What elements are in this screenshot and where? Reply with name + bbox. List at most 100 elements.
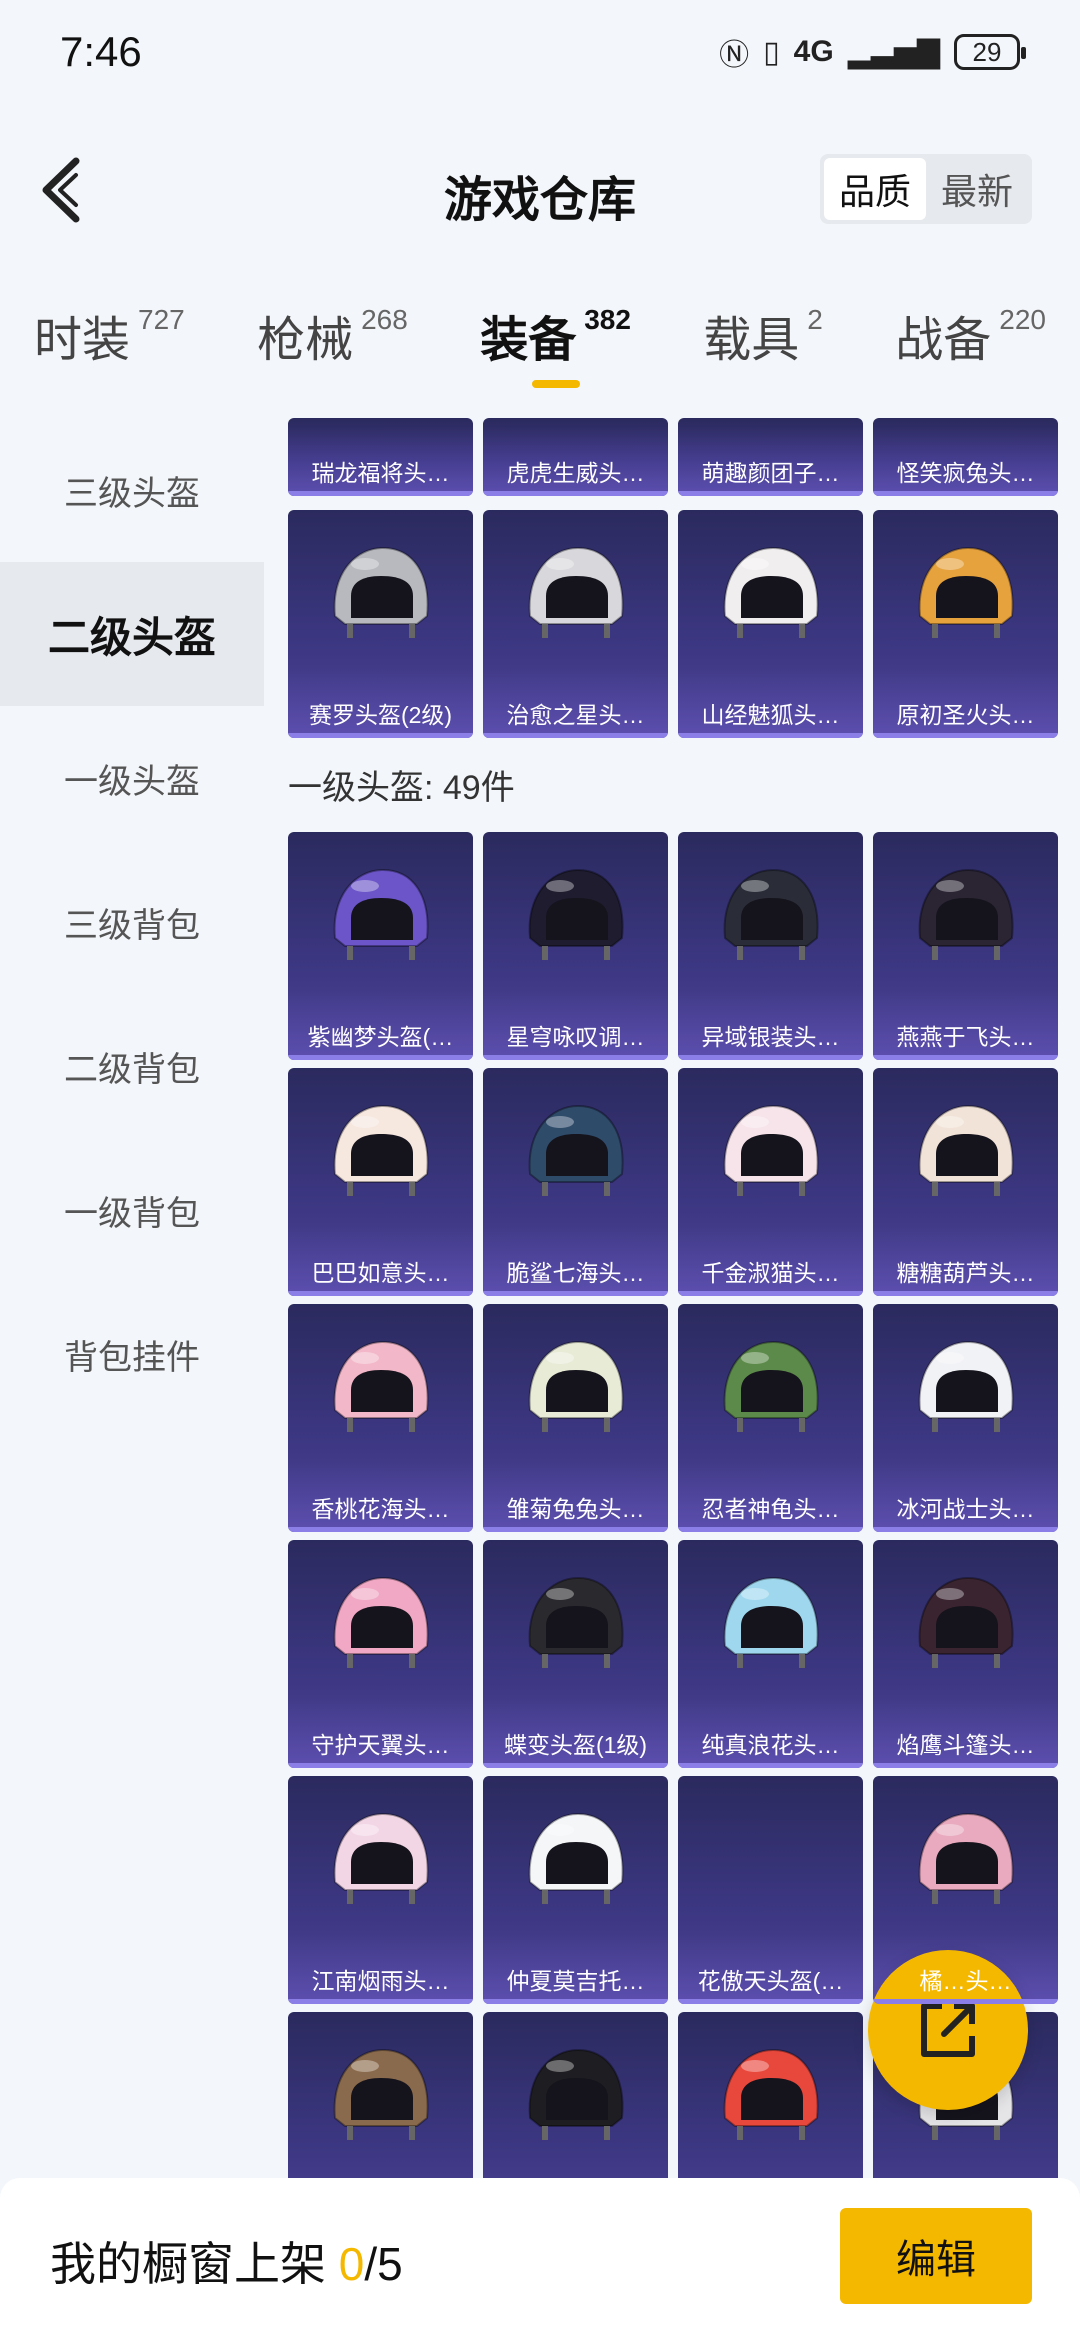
helmet-part bbox=[935, 1116, 964, 1128]
card-bar bbox=[873, 1055, 1058, 1060]
helmet-part bbox=[545, 1842, 608, 1884]
item-name: 治愈之星头… bbox=[506, 702, 645, 728]
sidebar-item-level2-backpack[interactable]: 二级背包 bbox=[0, 994, 264, 1138]
helmet-part bbox=[346, 1654, 353, 1668]
helmet-part bbox=[350, 2060, 379, 2072]
helmet-part bbox=[935, 558, 964, 570]
helmet-part bbox=[740, 1352, 769, 1364]
item-card[interactable]: 蝶变头盔(1级) bbox=[483, 1540, 668, 1768]
item-card[interactable]: 虎虎生威头… bbox=[483, 418, 668, 496]
vibrate-icon: ▯ bbox=[763, 35, 780, 69]
item-card[interactable]: 花傲天头盔(… bbox=[678, 1776, 863, 2004]
item-name: 萌趣颜团子… bbox=[701, 460, 840, 486]
item-card[interactable] bbox=[483, 2012, 668, 2178]
helmet-part bbox=[935, 576, 998, 618]
card-bar bbox=[678, 491, 863, 496]
item-card[interactable]: 巴巴如意头… bbox=[288, 1068, 473, 1296]
item-card[interactable]: 紫幽梦头盔(… bbox=[288, 832, 473, 1060]
item-name: 忍者神龟头… bbox=[701, 1496, 840, 1522]
item-card[interactable]: 山经魅狐头… bbox=[678, 510, 863, 738]
helmet-part bbox=[798, 624, 805, 638]
grid-row: 紫幽梦头盔(… 星穹咏叹调… 异域银装头… 燕燕于飞头… bbox=[288, 832, 1058, 1060]
helmet-part bbox=[736, 2126, 743, 2140]
sidebar-item-level3-backpack[interactable]: 三级背包 bbox=[0, 850, 264, 994]
sidebar-item-backpack-charm[interactable]: 背包挂件 bbox=[0, 1282, 264, 1426]
tab-supplies[interactable]: 战备 220 bbox=[895, 300, 1046, 400]
item-card[interactable]: 燕燕于飞头… bbox=[873, 832, 1058, 1060]
item-card[interactable]: 千金淑猫头… bbox=[678, 1068, 863, 1296]
helmet-part bbox=[740, 1606, 803, 1648]
sort-newest-button[interactable]: 最新 bbox=[926, 158, 1028, 220]
item-card[interactable]: 焰鹰斗篷头… bbox=[873, 1540, 1058, 1768]
item-card[interactable]: 守护天翼头… bbox=[288, 1540, 473, 1768]
helmet-part bbox=[935, 1824, 964, 1836]
item-card[interactable]: 脆鲨七海头… bbox=[483, 1068, 668, 1296]
tab-label: 战备 bbox=[895, 314, 992, 367]
helmet-part bbox=[350, 1370, 413, 1412]
grid-row: 江南烟雨头… 仲夏莫吉托… 花傲天头盔(… 橘…头… bbox=[288, 1776, 1058, 2004]
sidebar-item-level1-helmet[interactable]: 一级头盔 bbox=[0, 706, 264, 850]
card-bar bbox=[288, 491, 473, 496]
sidebar-item-level3-helmet[interactable]: 三级头盔 bbox=[0, 418, 264, 562]
helmet-part bbox=[408, 1654, 415, 1668]
card-bar bbox=[483, 1291, 668, 1296]
card-bar bbox=[483, 1055, 668, 1060]
sidebar-item-level2-helmet[interactable]: 二级头盔 bbox=[0, 562, 264, 706]
item-card[interactable]: 香桃花海头… bbox=[288, 1304, 473, 1532]
item-card[interactable]: 赛罗头盔(2级) bbox=[288, 510, 473, 738]
helmet-part bbox=[350, 1606, 413, 1648]
item-card[interactable]: 怪笑疯兔头… bbox=[873, 418, 1058, 496]
helmet-part bbox=[408, 1418, 415, 1432]
item-card[interactable]: 雏菊兔兔头… bbox=[483, 1304, 668, 1532]
sort-toggle: 品质 最新 bbox=[820, 154, 1032, 224]
grid-row: 赛罗头盔(2级) 治愈之星头… 山经魅狐头… 原初圣火头… bbox=[288, 510, 1058, 738]
helmet-part bbox=[346, 1418, 353, 1432]
card-bar bbox=[678, 1055, 863, 1060]
header: 游戏仓库 品质 最新 bbox=[0, 130, 1080, 250]
helmet-part bbox=[603, 624, 610, 638]
item-card[interactable]: 萌趣颜团子… bbox=[678, 418, 863, 496]
helmet-part bbox=[935, 880, 964, 892]
card-bar bbox=[873, 1291, 1058, 1296]
item-card[interactable]: 糖糖葫芦头… bbox=[873, 1068, 1058, 1296]
item-card[interactable]: 橘…头… bbox=[873, 1776, 1058, 2004]
tab-label: 时装 bbox=[34, 314, 131, 367]
tab-equipment[interactable]: 装备 382 bbox=[480, 300, 631, 400]
item-card[interactable]: 江南烟雨头… bbox=[288, 1776, 473, 2004]
item-name: 怪笑疯兔头… bbox=[896, 460, 1035, 486]
item-card[interactable]: 瑞龙福将头… bbox=[288, 418, 473, 496]
item-card[interactable] bbox=[678, 2012, 863, 2178]
tab-vehicles[interactable]: 载具 2 bbox=[703, 300, 823, 400]
card-bar bbox=[288, 1291, 473, 1296]
helmet-icon bbox=[528, 2048, 624, 2140]
item-card[interactable]: 冰河战士头… bbox=[873, 1304, 1058, 1532]
helmet-part bbox=[346, 1182, 353, 1196]
helmet-part bbox=[740, 2060, 769, 2072]
sidebar-item-level1-backpack[interactable]: 一级背包 bbox=[0, 1138, 264, 1282]
item-card[interactable]: 治愈之星头… bbox=[483, 510, 668, 738]
item-card[interactable] bbox=[288, 2012, 473, 2178]
item-card[interactable]: 忍者神龟头… bbox=[678, 1304, 863, 1532]
item-card[interactable]: 异域银装头… bbox=[678, 832, 863, 1060]
helmet-part bbox=[931, 624, 938, 638]
card-bar bbox=[288, 1055, 473, 1060]
helmet-part bbox=[935, 1588, 964, 1600]
item-name: 焰鹰斗篷头… bbox=[896, 1732, 1035, 1758]
helmet-part bbox=[740, 1116, 769, 1128]
tab-fashion[interactable]: 时装 727 bbox=[34, 300, 185, 400]
item-card[interactable]: 仲夏莫吉托… bbox=[483, 1776, 668, 2004]
tab-guns[interactable]: 枪械 268 bbox=[257, 300, 408, 400]
card-bar bbox=[483, 733, 668, 738]
helmet-part bbox=[798, 2126, 805, 2140]
helmet-part bbox=[935, 898, 998, 940]
helmet-icon bbox=[333, 1340, 429, 1432]
helmet-part bbox=[993, 1418, 1000, 1432]
item-card[interactable]: 纯真浪花头… bbox=[678, 1540, 863, 1768]
sort-quality-button[interactable]: 品质 bbox=[824, 158, 926, 220]
item-card[interactable]: 原初圣火头… bbox=[873, 510, 1058, 738]
edit-button[interactable]: 编辑 bbox=[840, 2208, 1032, 2304]
helmet-icon bbox=[333, 546, 429, 638]
helmet-part bbox=[545, 1134, 608, 1176]
item-card[interactable]: 星穹咏叹调… bbox=[483, 832, 668, 1060]
item-name: 巴巴如意头… bbox=[311, 1260, 450, 1286]
